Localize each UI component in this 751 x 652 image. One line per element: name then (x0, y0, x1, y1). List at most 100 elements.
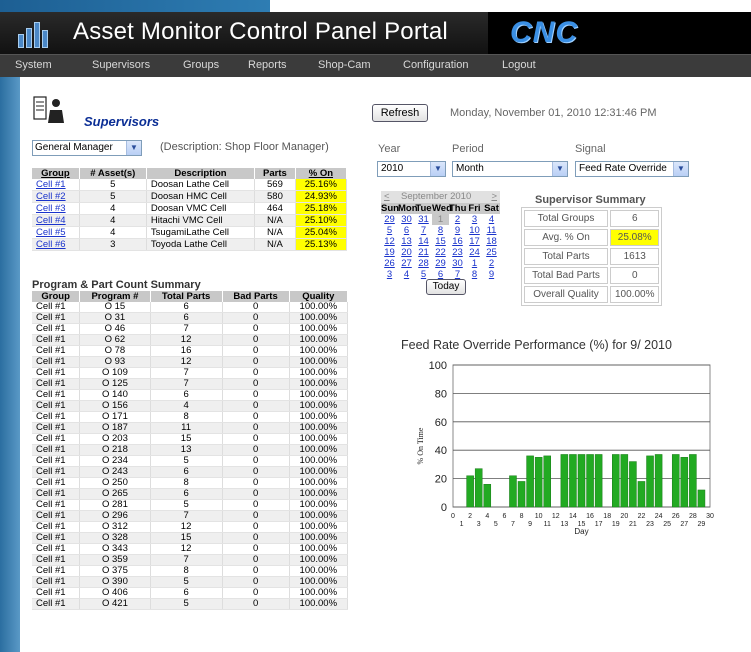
calendar-day[interactable]: 23 (449, 247, 466, 258)
nav-system[interactable]: System (15, 59, 52, 71)
calendar-day[interactable]: 20 (398, 247, 415, 258)
bar-day-17 (594, 454, 603, 508)
group-cell: Cell #1 (32, 499, 81, 512)
bad-parts-cell: 0 (222, 466, 290, 479)
quality-cell: 100.00% (289, 598, 349, 611)
table-row: Cell #1 O 243 6 0 100.00% (32, 466, 349, 479)
calendar-day[interactable]: 1 (466, 258, 483, 269)
calendar-day[interactable]: 21 (415, 247, 432, 258)
calendar-day[interactable]: 18 (483, 236, 500, 247)
x-tick-label: 11 (544, 521, 551, 528)
calendar-day[interactable]: 29 (432, 258, 449, 269)
program-cell: O 93 (79, 356, 151, 369)
calendar-day[interactable]: 1 (432, 214, 449, 225)
calendar-day[interactable]: 25 (483, 247, 500, 258)
assets-cell: 3 (79, 238, 147, 251)
program-cell: O 78 (79, 345, 151, 358)
chevron-down-icon: ▼ (126, 141, 141, 155)
calendar-day[interactable]: 28 (415, 258, 432, 269)
period-select[interactable]: Month ▼ (452, 161, 568, 177)
table-row: Cell #4 4 Hitachi VMC Cell N/A 25.10% (32, 214, 348, 227)
calendar-day[interactable]: 12 (381, 236, 398, 247)
year-select[interactable]: 2010 ▼ (377, 161, 446, 177)
calendar-day[interactable]: 9 (449, 225, 466, 236)
calendar-day[interactable]: 3 (381, 269, 398, 280)
summary-label: Total Bad Parts (524, 267, 608, 284)
calendar-day[interactable]: 3 (466, 214, 483, 225)
table-row: Cell #1 O 343 12 0 100.00% (32, 543, 349, 556)
group-cell[interactable]: Cell #4 (32, 214, 80, 227)
calendar-day[interactable]: 8 (466, 269, 483, 280)
calendar-day[interactable]: 2 (449, 214, 466, 225)
calendar-next-link[interactable]: > (491, 191, 497, 202)
calendar-day[interactable]: 13 (398, 236, 415, 247)
calendar-day[interactable]: 4 (398, 269, 415, 280)
total-parts-cell: 7 (150, 378, 223, 391)
table-row: Cell #1 O 140 6 0 100.00% (32, 389, 349, 402)
y-axis-label: % On Time (416, 427, 425, 464)
quality-cell: 100.00% (289, 356, 349, 369)
calendar-day[interactable]: 24 (466, 247, 483, 258)
table-row: Cell #1 O 328 15 0 100.00% (32, 532, 349, 545)
table-row: Cell #3 4 Doosan VMC Cell 464 25.18% (32, 202, 348, 215)
quality-cell: 100.00% (289, 455, 349, 468)
nav-supervisors[interactable]: Supervisors (92, 59, 150, 71)
description-cell: Hitachi VMC Cell (146, 214, 256, 227)
calendar-day[interactable]: 7 (415, 225, 432, 236)
calendar-day[interactable]: 10 (466, 225, 483, 236)
nav-reports[interactable]: Reports (248, 59, 287, 71)
nav-logout[interactable]: Logout (502, 59, 536, 71)
group-cell[interactable]: Cell #6 (32, 238, 80, 251)
nav-groups[interactable]: Groups (183, 59, 219, 71)
signal-select[interactable]: Feed Rate Override ▼ (575, 161, 689, 177)
calendar-day[interactable]: 30 (398, 214, 415, 225)
calendar-week-row: 29 30 31 1 2 3 4 (381, 214, 500, 225)
percent-on-cell: 24.93% (295, 190, 348, 203)
calendar-day[interactable]: 16 (449, 236, 466, 247)
today-button[interactable]: Today (426, 279, 466, 295)
quality-cell: 100.00% (289, 378, 349, 391)
group-cell[interactable]: Cell #5 (32, 226, 80, 239)
table-row: Cell #1 O 15 6 0 100.00% (32, 302, 349, 314)
percent-on-cell: 25.18% (295, 202, 348, 215)
calendar-day[interactable]: 5 (381, 225, 398, 236)
calendar-day[interactable]: 30 (449, 258, 466, 269)
calendar-day[interactable]: 29 (381, 214, 398, 225)
refresh-button[interactable]: Refresh (372, 104, 428, 122)
group-cell: Cell #1 (32, 378, 81, 391)
bar-chart-logo-icon (16, 22, 56, 48)
calendar-day[interactable]: 6 (398, 225, 415, 236)
calendar-day[interactable]: 19 (381, 247, 398, 258)
quality-cell: 100.00% (289, 389, 349, 402)
bad-parts-cell: 0 (222, 334, 290, 347)
quality-cell: 100.00% (289, 433, 349, 446)
calendar-day[interactable]: 9 (483, 269, 500, 280)
program-summary-heading: Program & Part Count Summary (32, 279, 201, 291)
supervisor-role-select[interactable]: General Manager ▼ (32, 140, 142, 156)
calendar-day[interactable]: 14 (415, 236, 432, 247)
calendar-day[interactable]: 22 (432, 247, 449, 258)
calendar-day[interactable]: 15 (432, 236, 449, 247)
calendar-day[interactable]: 26 (381, 258, 398, 269)
calendar-day[interactable]: 2 (483, 258, 500, 269)
calendar-day[interactable]: 8 (432, 225, 449, 236)
bad-parts-cell: 0 (222, 554, 290, 567)
x-tick-label: 12 (552, 513, 560, 520)
group-cell[interactable]: Cell #3 (32, 202, 80, 215)
x-tick-label: 10 (535, 513, 543, 520)
bar-day-2 (466, 475, 474, 508)
calendar-prev-link[interactable]: < (384, 191, 390, 202)
calendar-day[interactable]: 11 (483, 225, 500, 236)
signal-label: Signal (575, 143, 606, 155)
program-cell: O 421 (79, 598, 151, 611)
calendar-day[interactable]: 4 (483, 214, 500, 225)
calendar-day[interactable]: 31 (415, 214, 432, 225)
x-tick-label: 7 (511, 521, 515, 528)
calendar-day[interactable]: 17 (466, 236, 483, 247)
group-cell[interactable]: Cell #1 (32, 179, 80, 191)
summary-label: Total Parts (524, 248, 608, 265)
calendar-day[interactable]: 27 (398, 258, 415, 269)
nav-configuration[interactable]: Configuration (403, 59, 468, 71)
group-cell[interactable]: Cell #2 (32, 190, 80, 203)
nav-shop-cam[interactable]: Shop-Cam (318, 59, 371, 71)
